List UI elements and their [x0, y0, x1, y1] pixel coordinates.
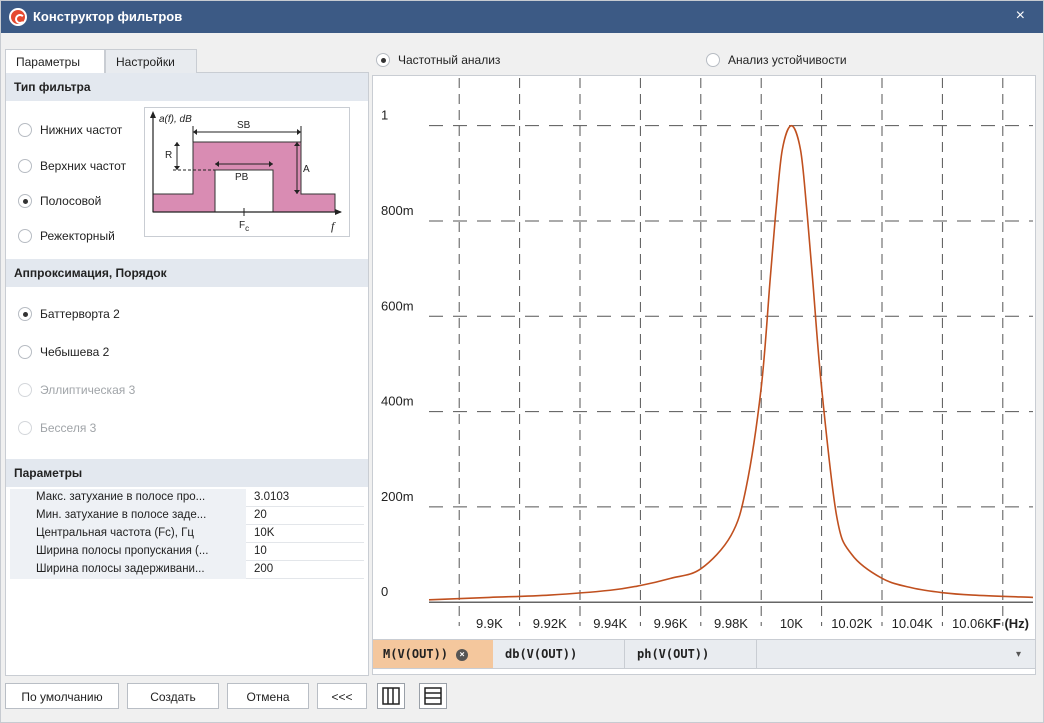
right-panel: Частотный анализ Анализ устойчивости 0 20…	[370, 45, 1038, 676]
radio-label: Полосовой	[40, 194, 102, 208]
window-title: Конструктор фильтров	[33, 9, 183, 24]
param-value[interactable]: 10K	[250, 525, 364, 543]
param-value[interactable]: 10	[250, 543, 364, 561]
diagram-r-label: R	[165, 150, 172, 161]
radio-dot[interactable]	[18, 159, 32, 173]
x-tick-label: 10K	[780, 616, 803, 631]
vertical-split-icon[interactable]	[377, 683, 405, 709]
diagram-y-label: a(f), dB	[159, 114, 192, 125]
approximation-header: Аппроксимация, Порядок	[6, 259, 368, 287]
radio-dot[interactable]	[376, 53, 390, 67]
trace-tab-magnitude[interactable]: M(V(OUT)) ×	[373, 640, 493, 668]
params-header: Параметры	[6, 459, 368, 487]
radio-dot	[18, 421, 32, 435]
radio-dot[interactable]	[18, 194, 32, 208]
title-bar: Конструктор фильтров ×	[1, 1, 1043, 33]
param-name: Ширина полосы задерживани...	[10, 561, 246, 579]
x-tick-label: 9.98K	[714, 616, 748, 631]
app-logo-icon	[9, 8, 27, 26]
table-row[interactable]: Ширина полосы пропускания (... 10	[10, 543, 364, 561]
radio-label: Эллиптическая 3	[40, 383, 136, 397]
params-table: Макс. затухание в полосе про... 3.0103 М…	[10, 489, 364, 579]
close-icon[interactable]: ×	[456, 649, 469, 661]
x-tick-label: 10.02K	[831, 616, 873, 631]
radio-label: Нижних частот	[40, 123, 123, 137]
filter-designer-window: Конструктор фильтров × Параметры Настрой…	[0, 0, 1044, 723]
filter-mask-diagram: a(f), dB SB PB R A Fc f	[144, 107, 350, 237]
param-name: Центральная частота (Fc), Гц	[10, 525, 246, 543]
diagram-sb-label: SB	[237, 120, 251, 131]
y-tick-label: 200m	[381, 489, 414, 504]
frequency-plot[interactable]: 0 200m 400m 600m 800m 1 9.9K 9.92K 9.94K 9.96K 9.9…	[372, 75, 1036, 675]
table-row[interactable]: Центральная частота (Fc), Гц 10K	[10, 525, 364, 543]
y-tick-label: 800m	[381, 203, 414, 218]
diagram-pb-label: PB	[235, 172, 249, 183]
chart-svg: 0 200m 400m 600m 800m 1 9.9K 9.92K 9.94K 9.96K 9.9…	[381, 78, 1034, 631]
tab-settings[interactable]: Настройки	[105, 49, 197, 73]
radio-dot[interactable]	[18, 307, 32, 321]
tab-parameters[interactable]: Параметры	[5, 49, 105, 74]
x-tick-label: 9.9K	[476, 616, 503, 631]
create-button[interactable]: Создать	[127, 683, 219, 709]
x-axis-label: F (Hz)	[993, 616, 1029, 631]
param-name: Мин. затухание в полосе заде...	[10, 507, 246, 525]
radio-label: Частотный анализ	[398, 53, 501, 67]
diagram-f-label: f	[331, 219, 336, 233]
collapse-button[interactable]: <<<	[317, 683, 367, 709]
y-tick-label: 600m	[381, 298, 414, 313]
trace-tab-db[interactable]: db(V(OUT))	[495, 640, 625, 668]
radio-dot[interactable]	[18, 123, 32, 137]
radio-label: Баттерворта 2	[40, 307, 120, 321]
default-button[interactable]: По умолчанию	[5, 683, 119, 709]
radio-label: Верхних частот	[40, 159, 127, 173]
radio-dot[interactable]	[18, 345, 32, 359]
table-row[interactable]: Мин. затухание в полосе заде... 20	[10, 507, 364, 525]
parameters-panel: Тип фильтра Нижних частот Верхних частот…	[5, 73, 369, 676]
param-name: Ширина полосы пропускания (...	[10, 543, 246, 561]
diagram-a-label: A	[303, 164, 310, 175]
radio-label: Анализ устойчивости	[728, 53, 847, 67]
trace-tabs: M(V(OUT)) × db(V(OUT)) ph(V(OUT)) ▾	[372, 639, 1036, 669]
radio-label: Бесселя 3	[40, 421, 97, 435]
radio-dot	[18, 383, 32, 397]
radio-dot[interactable]	[706, 53, 720, 67]
trace-tab-phase[interactable]: ph(V(OUT))	[627, 640, 757, 668]
radio-label: Режекторный	[40, 229, 115, 243]
param-name: Макс. затухание в полосе про...	[10, 489, 246, 507]
param-value[interactable]: 3.0103	[250, 489, 364, 507]
diagram-fc-label: Fc	[239, 220, 249, 233]
param-value[interactable]: 20	[250, 507, 364, 525]
x-tick-label: 9.94K	[593, 616, 627, 631]
x-tick-label: 10.04K	[892, 616, 934, 631]
table-row[interactable]: Ширина полосы задерживани... 200	[10, 561, 364, 579]
close-icon[interactable]: ×	[1016, 7, 1025, 25]
filter-mask-svg: a(f), dB SB PB R A Fc f	[150, 111, 342, 233]
horizontal-split-icon[interactable]	[419, 683, 447, 709]
x-tick-label: 9.96K	[654, 616, 688, 631]
x-tick-label: 9.92K	[533, 616, 567, 631]
y-tick-label: 1	[381, 108, 388, 123]
tab-strip: Параметры Настройки	[5, 45, 369, 74]
param-value[interactable]: 200	[250, 561, 364, 579]
radio-label: Чебышева 2	[40, 345, 110, 359]
filter-type-header: Тип фильтра	[6, 73, 368, 101]
x-tick-label: 10.06K	[952, 616, 994, 631]
trace-label: M(V(OUT))	[383, 647, 449, 661]
bottom-toolbar: По умолчанию Создать Отмена <<<	[5, 683, 505, 713]
cancel-button[interactable]: Отмена	[227, 683, 309, 709]
table-row[interactable]: Макс. затухание в полосе про... 3.0103	[10, 489, 364, 507]
y-tick-label: 0	[381, 584, 388, 599]
radio-dot[interactable]	[18, 229, 32, 243]
chevron-down-icon[interactable]: ▾	[1016, 649, 1021, 660]
analysis-mode-row: Частотный анализ Анализ устойчивости	[370, 45, 1038, 73]
left-panel: Параметры Настройки Тип фильтра Нижних ч…	[5, 45, 369, 676]
y-tick-label: 400m	[381, 394, 414, 409]
